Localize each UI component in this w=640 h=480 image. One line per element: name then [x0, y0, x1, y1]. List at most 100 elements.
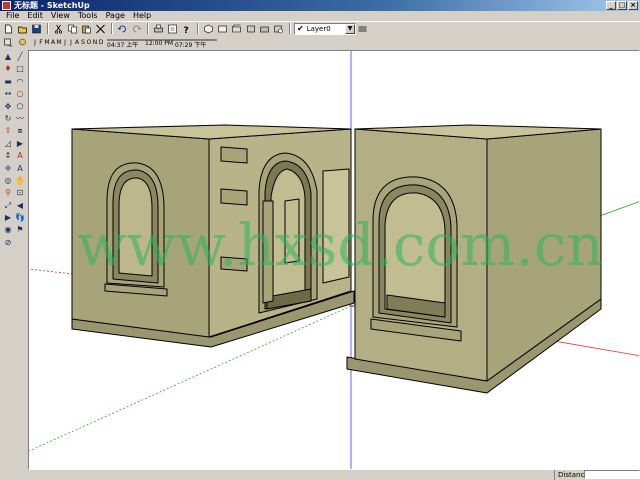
iso-view-icon[interactable] [202, 23, 215, 35]
menu-page[interactable]: Page [102, 11, 129, 21]
shadow-toggle-icon[interactable] [2, 36, 15, 48]
text-tool-icon[interactable]: A [14, 149, 26, 161]
paint-tool-icon[interactable]: ♦ [2, 62, 14, 74]
svg-text:▬: ▬ [4, 77, 12, 86]
print-icon[interactable] [152, 23, 165, 35]
maximize-button[interactable]: □ [617, 1, 627, 10]
help-icon[interactable]: ? [180, 23, 193, 35]
measurement-input[interactable] [584, 470, 640, 479]
circle-tool-icon[interactable]: ○ [14, 87, 26, 99]
look-around-tool-icon[interactable]: ◉ [2, 223, 14, 235]
position-camera-tool-icon[interactable]: ⚑ [14, 223, 26, 235]
redo-icon[interactable] [130, 23, 143, 35]
eraser-tool-icon[interactable]: ▬ [2, 75, 14, 87]
chevron-down-icon[interactable]: ▼ [345, 23, 355, 34]
svg-text:⊡: ⊡ [17, 188, 24, 197]
save-icon[interactable] [30, 23, 43, 35]
zoom-window-tool-icon[interactable]: ⊡ [14, 186, 26, 198]
sunset-time: 07:29 下午 [175, 42, 207, 49]
watermark: www.hxsd.com.cn [77, 211, 604, 279]
svg-text:↕: ↕ [5, 151, 12, 160]
rotate-tool-icon[interactable]: ↻ [2, 112, 14, 124]
app-icon [2, 1, 11, 10]
tool-palette: ▲ ♦ ▬ ↔ ✥ ↻ ⇧ ◿ ↕ ✛ ◎ ⚲ ⤢ ▶ ◉ ⊘ ╱ □ ◠ ○ ⬠ 〰 ⧈ ▶ A A ✋ ⊡ ◀ 👣 ⚑ [0, 50, 28, 470]
tape-tool-icon[interactable]: ↔ [2, 87, 14, 99]
menu-view[interactable]: View [47, 11, 74, 21]
freehand-tool-icon[interactable]: 〰 [14, 112, 26, 124]
erase-icon[interactable] [94, 23, 107, 35]
cut-icon[interactable] [52, 23, 65, 35]
status-bar: Distance [0, 470, 640, 480]
shadow-settings-icon[interactable] [16, 36, 29, 48]
svg-text:◀: ◀ [17, 201, 24, 210]
current-layer: Layer0 [306, 24, 331, 33]
svg-text:□: □ [16, 64, 24, 73]
offset-tool-icon[interactable]: ⧈ [14, 124, 26, 136]
svg-text:〰: 〰 [16, 114, 24, 123]
top-view-icon[interactable] [216, 23, 229, 35]
arc-tool-icon[interactable]: ◠ [14, 75, 26, 87]
new-icon[interactable] [2, 23, 15, 35]
menu-file[interactable]: File [2, 11, 23, 21]
measurement-label: Distance [554, 470, 589, 480]
protractor-tool-icon[interactable]: ◿ [2, 137, 14, 149]
model-viewport[interactable]: www.hxsd.com.cn [28, 50, 640, 470]
svg-text:⬠: ⬠ [17, 102, 24, 111]
svg-text:▶: ▶ [17, 139, 24, 148]
time-slider[interactable]: 04:37 上午 12:00 PM 07:29 下午 [107, 36, 217, 49]
copy-icon[interactable] [66, 23, 79, 35]
front-view-icon[interactable] [230, 23, 243, 35]
follow-me-tool-icon[interactable]: ▶ [14, 137, 26, 149]
rectangle-tool-icon[interactable]: □ [14, 62, 26, 74]
section-tool-icon[interactable]: ⊘ [2, 236, 14, 248]
title-bar: 无标题 - SketchUp _ □ × [0, 0, 640, 11]
model-info-icon[interactable] [166, 23, 179, 35]
undo-icon[interactable] [116, 23, 129, 35]
3d-text-tool-icon[interactable]: A [14, 162, 26, 174]
svg-text:↻: ↻ [5, 114, 12, 123]
menu-edit[interactable]: Edit [23, 11, 47, 21]
svg-text:?: ? [184, 26, 189, 34]
svg-text:◠: ◠ [17, 77, 24, 86]
toolbar-separator [111, 23, 113, 34]
polygon-tool-icon[interactable]: ⬠ [14, 100, 26, 112]
close-button[interactable]: × [628, 1, 638, 10]
zoom-tool-icon[interactable]: ⚲ [2, 186, 14, 198]
move-tool-icon[interactable]: ✥ [2, 100, 14, 112]
menu-tools[interactable]: Tools [74, 11, 102, 21]
svg-text:▲: ▲ [5, 52, 12, 61]
svg-text:⇧: ⇧ [5, 126, 12, 135]
svg-text:⤢: ⤢ [4, 201, 11, 210]
svg-text:⧈: ⧈ [17, 126, 22, 135]
minimize-button[interactable]: _ [606, 1, 616, 10]
noon-time: 12:00 PM [145, 40, 173, 47]
walk-tool-icon[interactable]: 👣 [14, 211, 26, 223]
right-view-icon[interactable] [244, 23, 257, 35]
month-slider[interactable]: J F M A M J J A S O N D [32, 39, 104, 46]
push-pull-tool-icon[interactable]: ⇧ [2, 124, 14, 136]
layers-icon[interactable] [356, 23, 369, 35]
open-icon[interactable] [16, 23, 29, 35]
layer-dropdown[interactable]: ✔ Layer0 ▼ [294, 22, 356, 35]
zoom-extents-tool-icon[interactable]: ⤢ [2, 199, 14, 211]
paste-icon[interactable] [80, 23, 93, 35]
axes-tool-icon[interactable]: ✛ [2, 162, 14, 174]
shadow-toolbar: J F M A M J J A S O N D 04:37 上午 12:00 P… [0, 35, 640, 49]
orbit-tool-icon[interactable]: ◎ [2, 174, 14, 186]
back-view-icon[interactable] [258, 23, 271, 35]
svg-text:♦: ♦ [4, 64, 11, 73]
svg-text:A: A [17, 151, 23, 160]
svg-text:⊘: ⊘ [5, 238, 12, 247]
pan-tool-icon[interactable]: ✋ [14, 174, 26, 186]
svg-text:✥: ✥ [5, 102, 12, 111]
select-tool-icon[interactable]: ▲ [2, 50, 14, 62]
dimension-tool-icon[interactable]: ↕ [2, 149, 14, 161]
toolbar-separator [47, 23, 49, 34]
sunrise-time: 04:37 上午 [107, 42, 139, 49]
line-tool-icon[interactable]: ╱ [14, 50, 26, 62]
previous-tool-icon[interactable]: ◀ [14, 199, 26, 211]
menu-help[interactable]: Help [129, 11, 155, 21]
left-view-icon[interactable] [272, 23, 285, 35]
next-tool-icon[interactable]: ▶ [2, 211, 14, 223]
svg-text:▶: ▶ [5, 213, 12, 222]
